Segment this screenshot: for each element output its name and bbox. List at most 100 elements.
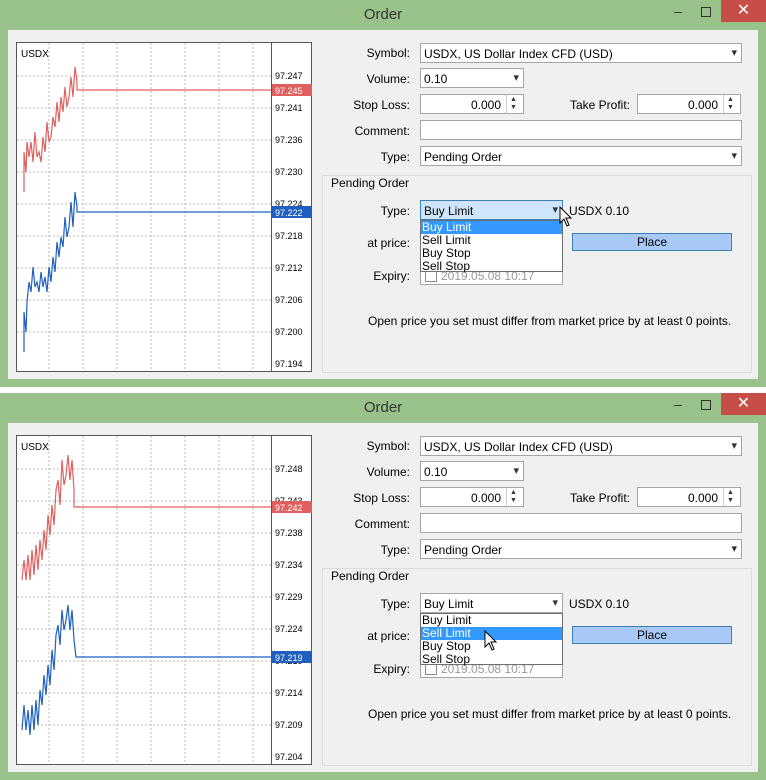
window-title: Order [363, 399, 403, 416]
volume-select[interactable]: 0.10 ▾ [420, 68, 524, 88]
chevron-down-icon: ▾ [731, 440, 737, 452]
pending-order-group-title: Pending Order [330, 569, 411, 583]
order-type-select[interactable]: Pending Order ▾ [420, 146, 742, 166]
price-label: 97.194 [275, 359, 303, 369]
price-label: 97.224 [275, 624, 303, 634]
price-label: 97.230 [275, 167, 303, 177]
order-type-label: Type: [380, 543, 410, 557]
stop-loss-value: 0.000 [470, 491, 501, 505]
arrow-up-icon[interactable]: ▲ [510, 96, 517, 104]
take-profit-stepper[interactable]: 0.000 ▲ ▼ [637, 94, 741, 114]
pending-type-value: Buy Limit [424, 597, 474, 611]
price-label: 97.214 [275, 688, 303, 698]
price-label: 97.218 [275, 231, 303, 241]
order-summary: USDX 0.10 [569, 204, 630, 218]
chart-symbol: USDX [21, 442, 49, 453]
stop-loss-label: Stop Loss: [353, 98, 410, 112]
tick-chart-canvas: USDX 97.248 97.243 97.238 97.234 97.229 … [16, 435, 312, 765]
price-label: 97.204 [275, 752, 303, 762]
pending-type-select[interactable]: Buy Limit ▾ [420, 593, 563, 613]
at-price-label: at price: [367, 236, 410, 250]
arrow-down-icon[interactable]: ▼ [727, 104, 734, 112]
chevron-down-icon: ▾ [731, 543, 737, 555]
comment-input[interactable] [420, 513, 742, 533]
stepper-buttons[interactable]: ▲ ▼ [506, 488, 523, 506]
place-button[interactable]: Place [572, 233, 732, 251]
price-label: 97.241 [275, 103, 303, 113]
stop-loss-stepper[interactable]: 0.000 ▲ ▼ [420, 94, 524, 114]
volume-label: Volume: [366, 465, 410, 479]
take-profit-label: Take Profit: [569, 491, 630, 505]
arrow-up-icon[interactable]: ▲ [727, 489, 734, 497]
arrow-down-icon[interactable]: ▼ [510, 104, 517, 112]
take-profit-label: Take Profit: [569, 98, 630, 112]
tick-chart: USDX 97.247 97.241 97.236 97.230 97.224 … [16, 42, 312, 372]
pending-type-dropdown-list: Buy Limit Sell Limit Buy Stop Sell Stop [420, 220, 563, 273]
ask-price-tag-label: 97.242 [275, 503, 303, 513]
symbol-select-value: USDX, US Dollar Index CFD (USD) [424, 47, 613, 61]
bid-price-tag-label: 97.219 [275, 653, 303, 663]
at-price-label: at price: [367, 629, 410, 643]
arrow-up-icon[interactable]: ▲ [510, 489, 517, 497]
chevron-down-icon: ▾ [513, 465, 519, 477]
price-label: 97.229 [275, 592, 303, 602]
chevron-down-icon: ▾ [552, 204, 558, 216]
chevron-down-icon: ▾ [513, 72, 519, 84]
price-label: 97.200 [275, 327, 303, 337]
title-bar[interactable]: Order – ✕ [0, 0, 766, 30]
stop-loss-label: Stop Loss: [353, 491, 410, 505]
place-button[interactable]: Place [572, 626, 732, 644]
order-type-label: Type: [380, 150, 410, 164]
mouse-pointer-icon [484, 630, 498, 651]
expiry-label: Expiry: [373, 269, 410, 283]
stop-loss-value: 0.000 [470, 98, 501, 112]
volume-select-value: 0.10 [424, 72, 448, 86]
stepper-buttons[interactable]: ▲ ▼ [723, 95, 740, 113]
close-icon[interactable]: ✕ [721, 0, 766, 22]
expiry-label: Expiry: [373, 662, 410, 676]
chevron-down-icon: ▾ [731, 47, 737, 59]
close-icon[interactable]: ✕ [721, 393, 766, 415]
title-bar[interactable]: Order – ✕ [0, 393, 766, 423]
order-window-2: Order – ✕ USDX 97.248 97.243 97 [0, 393, 766, 780]
bid-price-tag-label: 97.222 [275, 208, 303, 218]
tick-chart-canvas: USDX 97.247 97.241 97.236 97.230 97.224 … [16, 42, 312, 372]
comment-input[interactable] [420, 120, 742, 140]
window-title: Order [363, 6, 403, 23]
dialog-body: USDX 97.247 97.241 97.236 97.230 97.224 … [8, 30, 758, 379]
minimize-icon[interactable]: – [664, 0, 692, 22]
arrow-down-icon[interactable]: ▼ [510, 497, 517, 505]
maximize-icon[interactable] [692, 393, 720, 415]
volume-select-value: 0.10 [424, 465, 448, 479]
option-sell-stop[interactable]: Sell Stop [421, 260, 562, 273]
symbol-select[interactable]: USDX, US Dollar Index CFD (USD) ▾ [420, 43, 742, 63]
take-profit-stepper[interactable]: 0.000 ▲ ▼ [637, 487, 741, 507]
stop-loss-stepper[interactable]: 0.000 ▲ ▼ [420, 487, 524, 507]
take-profit-value: 0.000 [687, 98, 718, 112]
dialog-body: USDX 97.248 97.243 97.238 97.234 97.229 … [8, 423, 758, 772]
symbol-label: Symbol: [366, 439, 410, 453]
option-sell-stop[interactable]: Sell Stop [421, 653, 562, 666]
arrow-up-icon[interactable]: ▲ [727, 96, 734, 104]
chevron-down-icon: ▾ [731, 150, 737, 162]
volume-select[interactable]: 0.10 ▾ [420, 461, 524, 481]
price-label: 97.236 [275, 135, 303, 145]
pending-type-select[interactable]: Buy Limit ▾ [420, 200, 563, 220]
chevron-down-icon: ▾ [552, 597, 558, 609]
price-label: 97.209 [275, 720, 303, 730]
mouse-pointer-icon [559, 206, 573, 227]
price-note: Open price you set must differ from mark… [368, 314, 732, 328]
price-label: 97.206 [275, 295, 303, 305]
minimize-icon[interactable]: – [664, 393, 692, 415]
price-label: 97.248 [275, 464, 303, 474]
order-type-value: Pending Order [424, 543, 503, 557]
price-note: Open price you set must differ from mark… [368, 707, 732, 721]
stepper-buttons[interactable]: ▲ ▼ [506, 95, 523, 113]
price-label: 97.212 [275, 263, 303, 273]
order-type-select[interactable]: Pending Order ▾ [420, 539, 742, 559]
symbol-select[interactable]: USDX, US Dollar Index CFD (USD) ▾ [420, 436, 742, 456]
stepper-buttons[interactable]: ▲ ▼ [723, 488, 740, 506]
maximize-icon[interactable] [692, 0, 720, 22]
arrow-down-icon[interactable]: ▼ [727, 497, 734, 505]
order-summary: USDX 0.10 [569, 597, 630, 611]
